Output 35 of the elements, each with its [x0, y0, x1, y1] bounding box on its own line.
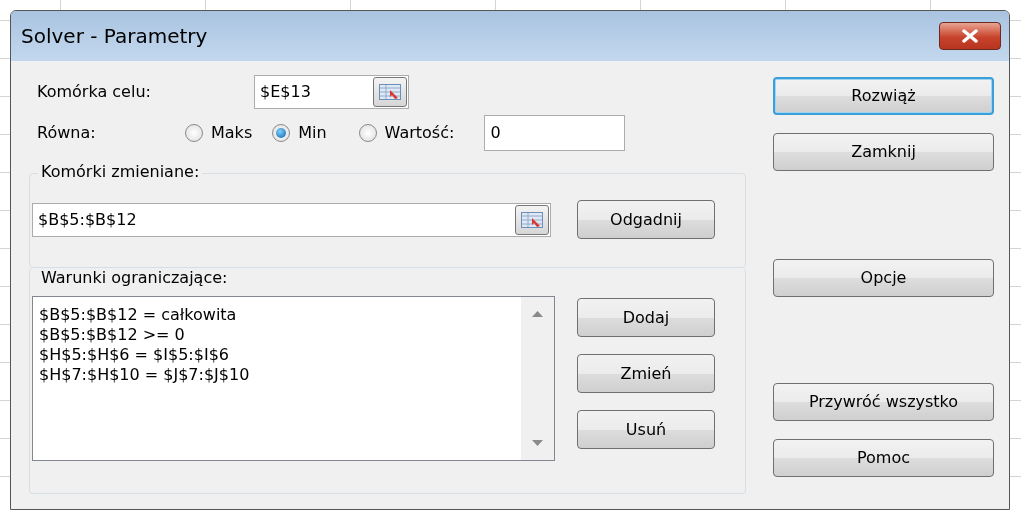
dialog-button[interactable]: Przywróć wszystko [773, 383, 994, 421]
dialog-button[interactable]: Rozwiąż [773, 77, 994, 115]
radio-button[interactable] [358, 124, 377, 142]
radio-option[interactable]: Maks [185, 121, 253, 145]
changing-cells-field[interactable]: $B$5:$B$12 [32, 202, 551, 237]
constraints-list[interactable]: $B$5:$B$12 = całkowita $B$5:$B$12 >= 0 $H$5:$H$6 = $I$5:$I$6 $H$7:$H$10 = $J$7:$J$10 [32, 296, 555, 461]
range-select-icon [521, 211, 543, 228]
scroll-down-icon [532, 440, 543, 446]
range-select-button[interactable] [515, 204, 549, 235]
list-item[interactable]: $H$7:$H$10 = $J$7:$J$10 [39, 365, 515, 385]
dialog-button[interactable]: Opcje [773, 259, 994, 297]
dialog-button[interactable]: Zamknij [773, 133, 994, 171]
dialog-button[interactable]: Pomoc [773, 439, 994, 477]
dialog-button[interactable]: Dodaj [577, 298, 715, 337]
radio-button[interactable] [185, 124, 203, 142]
window-title: Solver - Parametry [21, 23, 208, 50]
range-select-icon [379, 84, 401, 100]
dialog-button[interactable]: Usuń [577, 410, 715, 449]
value-field[interactable]: 0 [484, 115, 626, 151]
field-label: Komórka celu: [37, 81, 152, 103]
list-item[interactable]: $B$5:$B$12 >= 0 [39, 325, 515, 345]
guess-button[interactable]: Odgadnij [577, 200, 715, 239]
scroll-up-icon [532, 311, 543, 317]
list-item[interactable]: $B$5:$B$12 = całkowita [39, 305, 515, 325]
close-button[interactable] [939, 22, 1001, 50]
radio-option[interactable]: Wartość: [358, 121, 455, 145]
scrollbar[interactable] [521, 297, 554, 460]
target-cell-field[interactable]: $E$13 [254, 75, 409, 109]
list-item[interactable]: $H$5:$H$6 = $I$5:$I$6 [39, 345, 515, 365]
field-label: Równa: [37, 122, 97, 144]
radio-option[interactable]: Min [272, 121, 327, 145]
radio-button[interactable] [272, 124, 291, 142]
dialog-button[interactable]: Zmień [577, 354, 715, 393]
close-icon [961, 29, 979, 43]
range-select-button[interactable] [373, 77, 407, 107]
